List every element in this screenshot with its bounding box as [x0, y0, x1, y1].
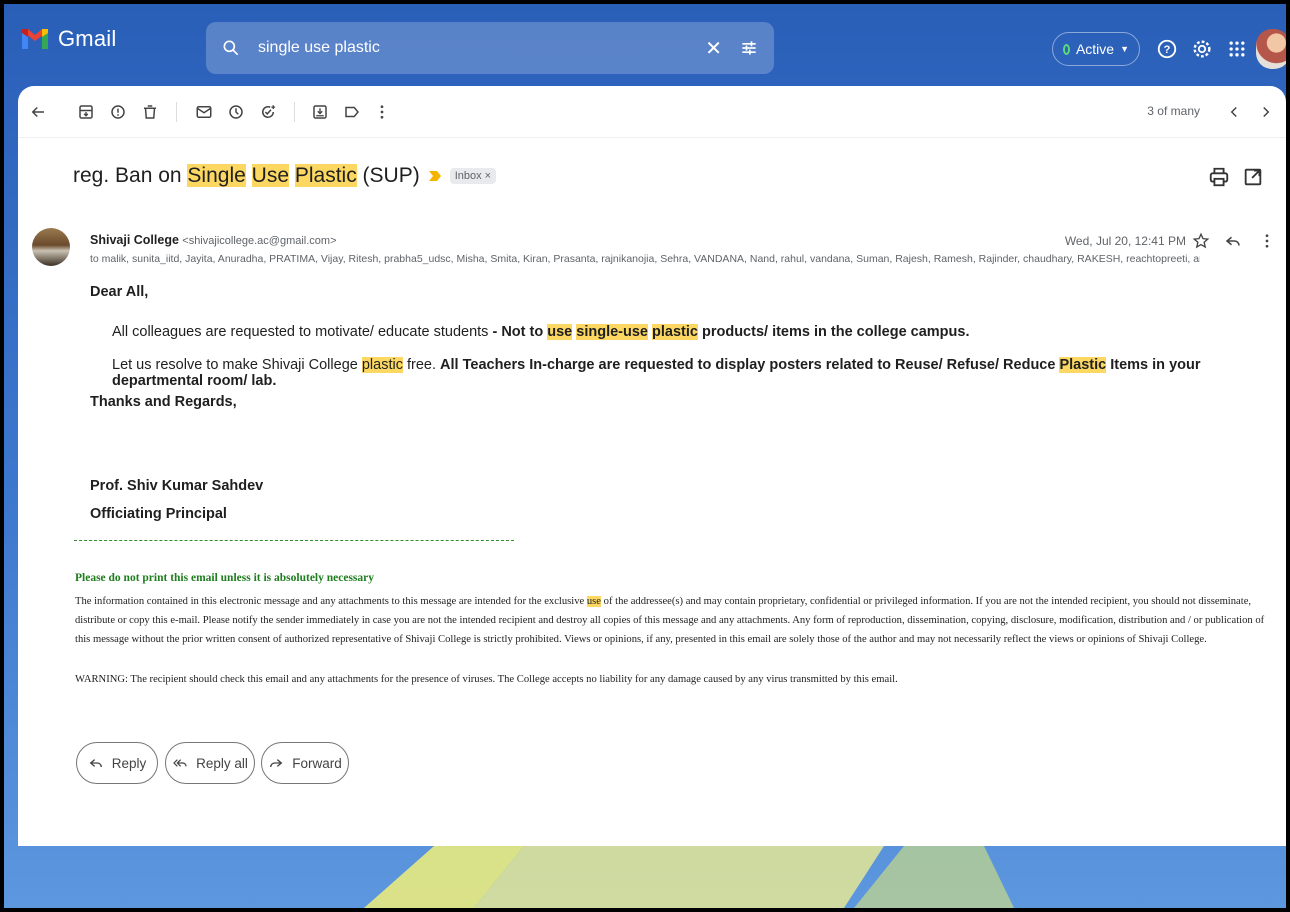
help-icon[interactable]: ? [1154, 36, 1180, 62]
gmail-window: Gmail single use plastic ✕ Active ▼ ? 3 … [4, 4, 1286, 908]
sender-name[interactable]: Shivaji College [90, 233, 179, 247]
forward-button[interactable]: Forward [261, 742, 349, 784]
subject-row: reg. Ban on Single Use Plastic (SUP) Inb… [73, 164, 497, 188]
app-name: Gmail [58, 26, 117, 51]
chevron-down-icon: ▼ [1120, 44, 1129, 54]
print-notice: Please do not print this email unless it… [75, 572, 375, 584]
snooze-clock-icon[interactable] [224, 100, 248, 124]
older-chevron-right-icon[interactable] [1254, 100, 1278, 124]
search-options-icon[interactable] [736, 35, 762, 61]
signature-title: Officiating Principal [90, 506, 227, 522]
sender-email: <shivajicollege.ac@gmail.com> [182, 235, 337, 247]
pager-count: 3 of many [1147, 104, 1200, 118]
status-selector[interactable]: Active ▼ [1052, 32, 1140, 66]
archive-icon[interactable] [74, 100, 98, 124]
search-bar[interactable]: single use plastic ✕ [206, 22, 774, 74]
status-label: Active [1075, 41, 1115, 57]
email-toolbar: 3 of many [18, 86, 1286, 138]
message-more-icon[interactable] [1256, 230, 1278, 252]
reply-all-icon [173, 759, 187, 767]
signature-name: Prof. Shiv Kumar Sahdev [90, 478, 264, 494]
email-view: 3 of many reg. Ban on Single Use Plastic… [18, 86, 1286, 846]
email-date: Wed, Jul 20, 12:41 PM [1064, 234, 1186, 248]
clear-search-icon[interactable]: ✕ [705, 36, 722, 61]
delete-trash-icon[interactable] [138, 100, 162, 124]
status-dot-icon [1063, 43, 1070, 55]
reply-label: Reply [111, 755, 147, 771]
reply-all-button[interactable]: Reply all [165, 742, 255, 784]
reply-button[interactable]: Reply [76, 742, 158, 784]
inbox-label-chip[interactable]: Inbox × [449, 168, 497, 184]
mark-unread-icon[interactable] [192, 100, 216, 124]
newer-chevron-left-icon[interactable] [1222, 100, 1246, 124]
paragraph-2: Let us resolve to make Shivaji College p… [112, 357, 1201, 389]
settings-gear-icon[interactable] [1189, 36, 1215, 62]
confidentiality-disclaimer: The information contained in this electr… [75, 596, 1265, 645]
closing: Thanks and Regards, [90, 394, 237, 410]
sender-info: Shivaji College <shivajicollege.ac@gmail… [90, 233, 337, 247]
virus-warning: WARNING: The recipient should check this… [75, 674, 898, 685]
theme-background [364, 846, 1014, 908]
add-to-tasks-icon[interactable] [256, 100, 280, 124]
recipients-line[interactable]: to malik, sunita_iitd, Jayita, Anuradha,… [90, 253, 1200, 265]
back-arrow-icon[interactable] [26, 100, 50, 124]
print-icon[interactable] [1208, 166, 1230, 188]
reply-all-label: Reply all [196, 755, 248, 771]
label-tag-icon[interactable] [340, 100, 364, 124]
reply-icon [89, 759, 102, 768]
email-subject: reg. Ban on Single Use Plastic (SUP) [73, 164, 420, 187]
account-avatar[interactable] [1256, 29, 1286, 69]
reply-icon[interactable] [1222, 230, 1244, 252]
search-icon[interactable] [218, 35, 244, 61]
importance-marker-icon[interactable] [428, 170, 442, 182]
move-to-icon[interactable] [308, 100, 332, 124]
sender-avatar[interactable] [32, 228, 70, 266]
search-input[interactable]: single use plastic [258, 39, 705, 57]
star-icon[interactable] [1190, 230, 1212, 252]
top-bar: Gmail single use plastic ✕ Active ▼ ? [4, 4, 1286, 86]
more-options-icon[interactable] [370, 100, 394, 124]
report-spam-icon[interactable] [106, 100, 130, 124]
toolbar-divider [176, 102, 177, 122]
paragraph-1: All colleagues are requested to motivate… [112, 324, 970, 340]
open-new-window-icon[interactable] [1242, 166, 1264, 188]
svg-text:?: ? [1164, 44, 1171, 56]
greeting: Dear All, [90, 284, 149, 300]
forward-icon [270, 759, 283, 768]
gmail-logo[interactable]: Gmail [20, 26, 116, 52]
gmail-m-icon [22, 29, 48, 49]
signature-divider [74, 540, 514, 541]
toolbar-divider [294, 102, 295, 122]
forward-label: Forward [292, 755, 342, 771]
apps-grid-icon[interactable] [1224, 36, 1250, 62]
